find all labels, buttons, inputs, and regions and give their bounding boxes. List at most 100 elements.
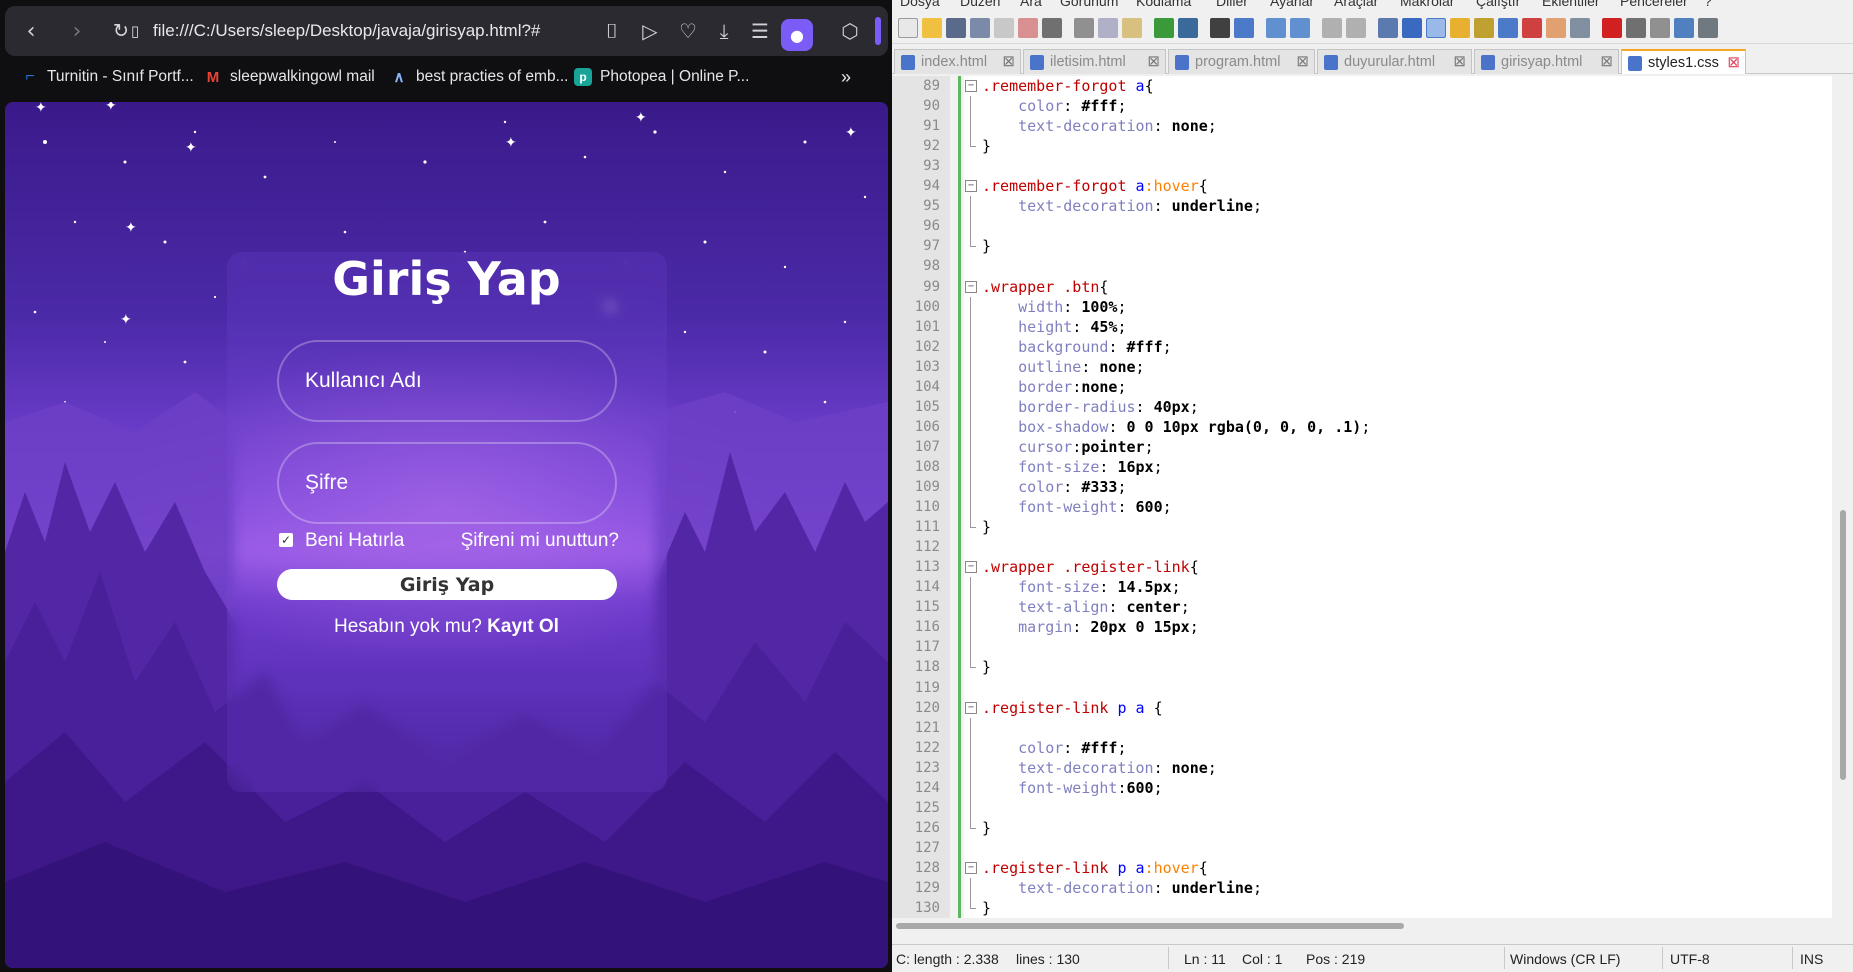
tab-duyurular-html[interactable]: duyurular.html ⊠ (1317, 49, 1472, 74)
redo-icon[interactable] (1178, 18, 1198, 38)
eye-icon[interactable] (1570, 18, 1590, 38)
close-tab-icon[interactable]: ⊠ (1727, 51, 1740, 75)
horizontal-scroll-thumb[interactable] (896, 923, 1404, 929)
stop-macro-icon[interactable] (1626, 18, 1646, 38)
zoom-out-icon[interactable] (1290, 18, 1310, 38)
download-icon[interactable]: ⤓ (707, 14, 741, 48)
copy-icon[interactable] (1098, 18, 1118, 38)
menu-windows[interactable]: Pencereler (1620, 0, 1688, 9)
close-tab-icon[interactable]: ⊠ (1600, 50, 1613, 74)
address-bar[interactable]: file:///C:/Users/sleep/Desktop/javaja/gi… (153, 6, 540, 56)
more-bookmarks-icon[interactable]: » (841, 64, 851, 90)
vertical-scroll-thumb[interactable] (1840, 510, 1846, 780)
username-field[interactable] (277, 340, 617, 422)
remember-checkbox[interactable]: ✓ (279, 533, 293, 547)
cube-icon[interactable]: ⬡ (833, 14, 867, 48)
save-macro-icon[interactable] (1698, 18, 1718, 38)
tab-index-html[interactable]: index.html ⊠ (894, 49, 1021, 74)
find-icon[interactable] (1210, 18, 1230, 38)
forward-arrow-icon[interactable]: › (57, 6, 97, 56)
fold-toggle-icon[interactable]: − (965, 80, 977, 92)
open-folder-icon[interactable] (922, 18, 942, 38)
user-language-icon[interactable] (1450, 18, 1470, 38)
fold-toggle-icon[interactable]: − (965, 280, 977, 293)
line-number: 107 (914, 438, 940, 455)
fold-toggle-icon[interactable]: − (965, 701, 977, 714)
print-icon[interactable] (1042, 18, 1062, 38)
menu-view[interactable]: Görünüm (1060, 0, 1118, 9)
menu-languages[interactable]: Diller (1216, 0, 1248, 9)
register-link[interactable]: Kayıt Ol (487, 616, 559, 637)
play-icon[interactable]: ▷ (633, 14, 667, 48)
vertical-scrollbar[interactable] (1832, 76, 1853, 918)
line-number: 128 (914, 859, 940, 876)
code-line: 129 text-decoration: underline; (892, 878, 1832, 898)
horizontal-scrollbar[interactable] (892, 918, 1832, 934)
password-input[interactable] (279, 444, 615, 522)
menu-edit[interactable]: Düzen (960, 0, 1000, 9)
monitoring-icon[interactable] (1546, 18, 1566, 38)
code-line: 95 text-decoration: underline; (892, 196, 1832, 217)
paste-icon[interactable] (1122, 18, 1142, 38)
bookmark-turnitin[interactable]: ⌐ Turnitin - Sınıf Portf... (21, 64, 193, 90)
menu-file[interactable]: Dosya (900, 0, 940, 9)
menu-settings[interactable]: Ayarlar (1270, 0, 1314, 9)
new-file-icon[interactable] (898, 18, 918, 38)
code-line: 101 height: 45%; (892, 316, 1832, 337)
word-wrap-icon[interactable] (1378, 18, 1398, 38)
code-text-area[interactable]: 89− .remember-forgot a{90 color: #fff; 91 … (892, 76, 1832, 918)
heart-icon[interactable]: ♡ (671, 14, 705, 48)
fold-toggle-icon[interactable]: − (965, 861, 977, 874)
save-all-icon[interactable] (970, 18, 990, 38)
close-file-icon[interactable] (994, 18, 1014, 38)
close-tab-icon[interactable]: ⊠ (1147, 50, 1160, 74)
show-all-characters-icon[interactable] (1402, 18, 1422, 38)
sync-vertical-icon[interactable] (1322, 18, 1342, 38)
tab-girisyap-html[interactable]: girisyap.html ⊠ (1474, 49, 1619, 74)
replace-icon[interactable] (1234, 18, 1254, 38)
bookmark-gmail[interactable]: M sleepwalkingowl mail (204, 64, 375, 90)
cut-icon[interactable] (1074, 18, 1094, 38)
zoom-in-icon[interactable] (1266, 18, 1286, 38)
menu-help[interactable]: ? (1704, 0, 1712, 9)
fold-toggle-icon[interactable]: − (965, 561, 977, 574)
username-input[interactable] (279, 342, 615, 420)
save-icon[interactable] (946, 18, 966, 38)
sync-horizontal-icon[interactable] (1346, 18, 1366, 38)
tab-program-html[interactable]: program.html ⊠ (1168, 49, 1315, 74)
profile-avatar-icon[interactable]: ● (781, 19, 813, 51)
menu-tools[interactable]: Araçlar (1334, 0, 1378, 9)
menu-run[interactable]: Çalıştır (1476, 0, 1520, 9)
close-tab-icon[interactable]: ⊠ (1002, 50, 1015, 74)
run-macro-multiple-icon[interactable] (1674, 18, 1694, 38)
close-tab-icon[interactable]: ⊠ (1453, 50, 1466, 74)
menu-encoding[interactable]: Kodlama (1136, 0, 1191, 9)
function-list-icon[interactable] (1498, 18, 1518, 38)
back-arrow-icon[interactable]: ‹ (11, 6, 51, 56)
record-macro-icon[interactable] (1602, 18, 1622, 38)
forgot-password-link[interactable]: Şifreni mi unuttun? (461, 530, 619, 552)
bookmark-photopea[interactable]: p Photopea | Online P... (574, 64, 749, 90)
document-map-icon[interactable] (1474, 18, 1494, 38)
camera-icon[interactable]: ⌷ (595, 14, 629, 48)
menu-macros[interactable]: Makrolar (1400, 0, 1454, 9)
login-submit-button[interactable]: Giriş Yap (277, 569, 617, 600)
line-number: 127 (914, 839, 940, 856)
line-number: 106 (914, 418, 940, 435)
fold-line (970, 196, 971, 217)
tab-styles1-css[interactable]: styles1.css ⊠ (1621, 49, 1746, 74)
close-all-icon[interactable] (1018, 18, 1038, 38)
sidebar-handle[interactable] (875, 17, 881, 45)
folder-workspace-icon[interactable] (1522, 18, 1542, 38)
password-field[interactable] (277, 442, 617, 524)
indent-guide-icon[interactable] (1426, 18, 1446, 38)
menu-plugins[interactable]: Eklentiler (1542, 0, 1600, 9)
tab-iletisim-html[interactable]: iletisim.html ⊠ (1023, 49, 1166, 74)
fold-toggle-icon[interactable]: − (965, 180, 977, 193)
bookmark-embed[interactable]: ∧ best practies of emb... (390, 64, 569, 90)
menu-lines-icon[interactable]: ☰ (743, 14, 777, 48)
menu-search[interactable]: Ara (1020, 0, 1042, 9)
play-macro-icon[interactable] (1650, 18, 1670, 38)
undo-icon[interactable] (1154, 18, 1174, 38)
close-tab-icon[interactable]: ⊠ (1296, 50, 1309, 74)
